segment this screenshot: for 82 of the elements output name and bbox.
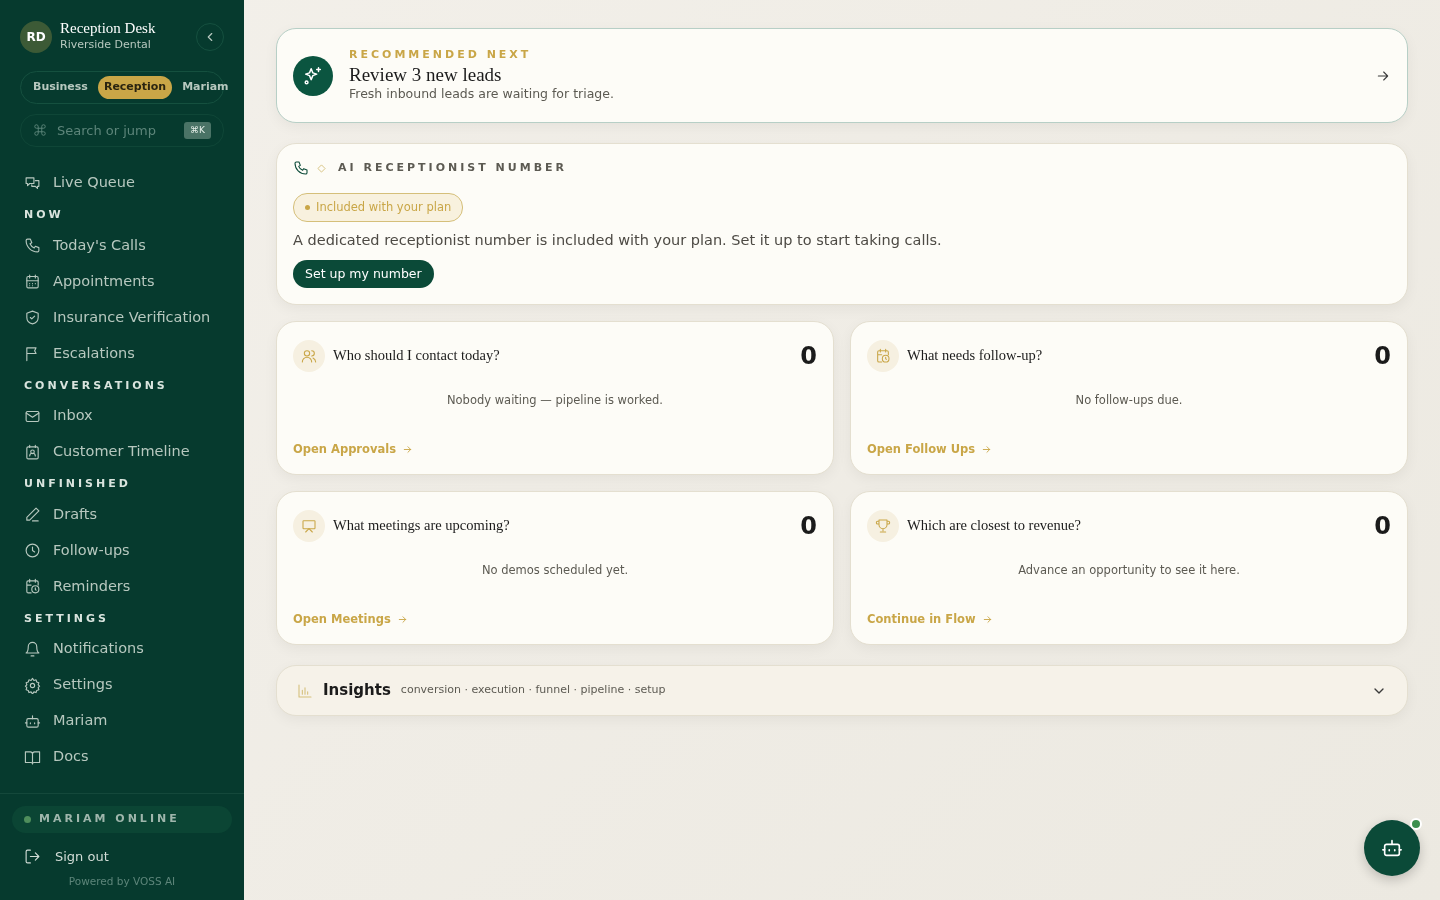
- description-text: A dedicated receptionist number is included with your plan. Set it up to start taking calls.: [293, 230, 943, 250]
- count-value: 0: [1374, 511, 1391, 543]
- scope-tab[interactable]: Reception: [97, 76, 173, 99]
- recommendation-subtitle: Fresh inbound leads are waiting for triage.: [349, 85, 615, 104]
- setup-button[interactable]: Set up my number: [293, 259, 434, 289]
- eyebrow-label: AI RECEPTIONIST NUMBER: [338, 160, 568, 177]
- nav-item[interactable]: Reminders: [0, 568, 244, 605]
- nav-item[interactable]: Drafts: [0, 496, 244, 533]
- nav-item[interactable]: Escalations: [0, 335, 244, 372]
- nav-item[interactable]: Notifications: [0, 631, 244, 667]
- phone-icon: [293, 160, 309, 177]
- robot-icon: [1381, 837, 1403, 859]
- insights-title: Insights: [323, 680, 391, 702]
- nav-item[interactable]: Inbox: [0, 398, 244, 434]
- nav-section-title: SETTINGS: [23, 610, 110, 627]
- contact-card-icon: [24, 443, 41, 461]
- workspace-subtitle: Riverside Dental: [60, 36, 152, 53]
- nav-item[interactable]: Docs: [0, 739, 244, 775]
- insights-tags: conversion · execution · funnel · pipeline · setup: [400, 682, 666, 699]
- nav-item[interactable]: Customer Timeline: [0, 434, 244, 470]
- nav-section-title: UNFINISHED: [23, 476, 132, 492]
- chat-icon: [24, 174, 41, 192]
- calendar-clock-icon: [875, 348, 891, 365]
- plan-badge: Included with your plan: [293, 192, 464, 222]
- card-question: What needs follow-up?: [907, 346, 1043, 366]
- status-text: MARIAM ONLINE: [39, 811, 180, 828]
- card-question: Who should I contact today?: [333, 346, 500, 366]
- sign-out-link[interactable]: Sign out: [12, 832, 232, 875]
- avatar: RD: [20, 20, 52, 53]
- empty-message: No demos scheduled yet.: [480, 562, 630, 580]
- calendar-icon: [24, 273, 41, 290]
- sparkle-icon: [302, 64, 324, 87]
- bar-chart-icon: [297, 682, 313, 699]
- clock-icon: [24, 542, 41, 559]
- recommendation-card[interactable]: RECOMMENDED NEXT Review 3 new leads Fresh inbound leads are waiting for triage.: [276, 28, 1408, 124]
- command-icon: [33, 123, 47, 138]
- trophy-icon: [875, 518, 891, 535]
- arrow-right-icon: [402, 444, 413, 456]
- diamond-icon: [317, 163, 326, 173]
- calendar-clock-icon: [24, 578, 41, 595]
- settings-icon: [24, 676, 41, 694]
- status-dot: [24, 816, 31, 823]
- book-icon: [24, 748, 41, 766]
- bell-icon: [24, 640, 41, 658]
- empty-message: No follow-ups due.: [1074, 392, 1184, 410]
- users-icon: [301, 348, 317, 365]
- arrow-right-icon: [981, 444, 993, 456]
- nav-item[interactable]: Settings: [0, 667, 244, 703]
- nav-item[interactable]: Follow-ups: [0, 532, 244, 569]
- card-question: What meetings are upcoming?: [333, 516, 510, 536]
- count-value: 0: [800, 511, 817, 543]
- nav-item[interactable]: Insurance Verification: [0, 299, 244, 336]
- nav-item[interactable]: Mariam: [0, 703, 244, 739]
- insights-bar[interactable]: Insights conversion · execution · funnel · pipeline · setup: [276, 665, 1408, 716]
- eyebrow-label: RECOMMENDED NEXT: [349, 47, 533, 63]
- count-value: 0: [800, 341, 817, 373]
- robot-icon: [24, 712, 41, 730]
- pen-icon: [24, 506, 41, 523]
- powered-by-text: Powered by VOSS AI: [67, 874, 177, 890]
- scope-tab[interactable]: Business: [27, 76, 94, 99]
- nav-section-title: CONVERSATIONS: [23, 377, 169, 394]
- assistant-button[interactable]: [1364, 820, 1420, 876]
- empty-message: Nobody waiting — pipeline is worked.: [445, 392, 665, 410]
- nav-item[interactable]: Today's Calls: [0, 227, 244, 264]
- sign-out-icon: [24, 848, 41, 865]
- recommendation-title: Review 3 new leads: [349, 63, 503, 86]
- nav-item[interactable]: Appointments: [0, 263, 244, 300]
- workspace-title: Reception Desk: [60, 20, 156, 37]
- empty-message: Advance an opportunity to see it here.: [1017, 562, 1241, 580]
- shield-check-icon: [24, 309, 41, 326]
- count-value: 0: [1374, 341, 1391, 373]
- scope-tab[interactable]: Mariam: [176, 76, 235, 99]
- search-box[interactable]: Search or jump ⌘K: [20, 113, 224, 147]
- shortcut-hint: ⌘K: [184, 121, 211, 139]
- presentation-icon: [301, 518, 317, 535]
- arrow-right-icon: [396, 614, 408, 626]
- card-question: Which are closest to revenue?: [907, 516, 1081, 536]
- phone-icon: [24, 237, 41, 254]
- arrow-right-icon: [981, 614, 993, 626]
- nav-section-title: NOW: [23, 207, 65, 223]
- nav-item[interactable]: Live Queue: [0, 165, 244, 201]
- search-field[interactable]: Search or jump: [55, 119, 165, 141]
